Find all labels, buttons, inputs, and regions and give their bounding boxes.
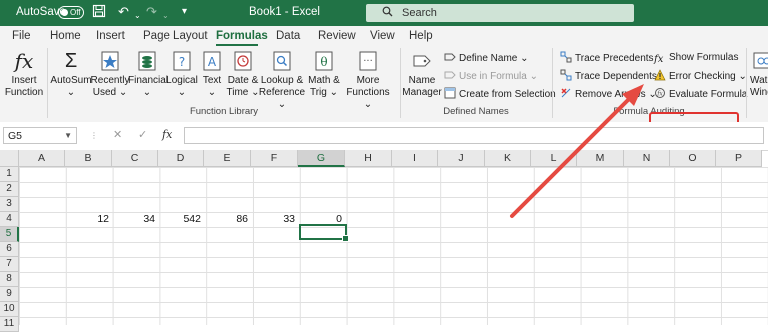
- annotation-arrow: [510, 84, 644, 218]
